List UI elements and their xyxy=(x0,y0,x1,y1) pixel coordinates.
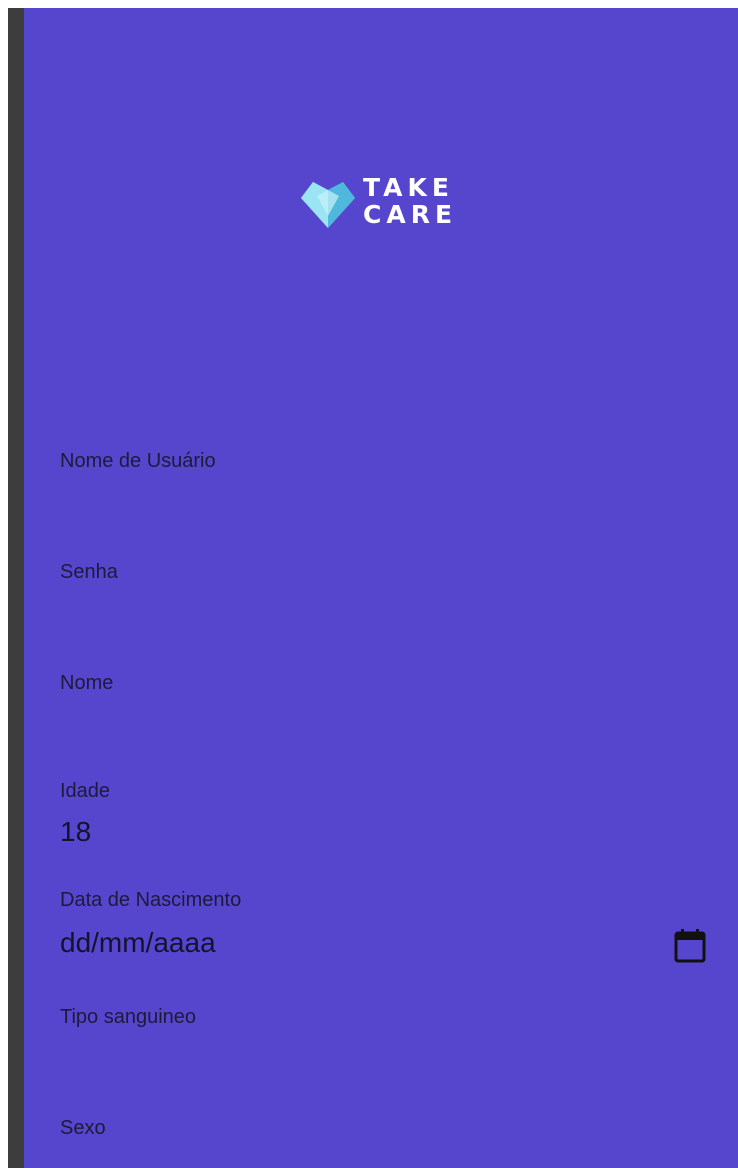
logo-line-2: CARE xyxy=(363,200,458,229)
age-input[interactable]: 18 xyxy=(60,816,91,848)
logo-wordmark: TAKE CARE xyxy=(363,174,457,228)
password-label: Senha xyxy=(60,561,118,583)
logo-line-1: TAKE xyxy=(363,173,454,202)
left-border xyxy=(8,8,24,1168)
birthdate-input[interactable]: dd/mm/aaaa xyxy=(60,927,216,959)
birthdate-label: Data de Nascimento xyxy=(60,889,242,911)
gem-logo-icon xyxy=(301,182,355,228)
app-window: TAKE CARE Nome de Usuário Senha Nome Ida… xyxy=(0,0,738,1168)
calendar-icon[interactable] xyxy=(674,929,706,963)
take-care-logo: TAKE CARE xyxy=(297,172,479,236)
sex-label: Sexo xyxy=(60,1117,106,1139)
blood-type-label: Tipo sanguineo xyxy=(60,1006,197,1028)
age-label: Idade xyxy=(60,780,111,802)
username-label: Nome de Usuário xyxy=(60,450,216,472)
name-label: Nome xyxy=(60,672,114,694)
